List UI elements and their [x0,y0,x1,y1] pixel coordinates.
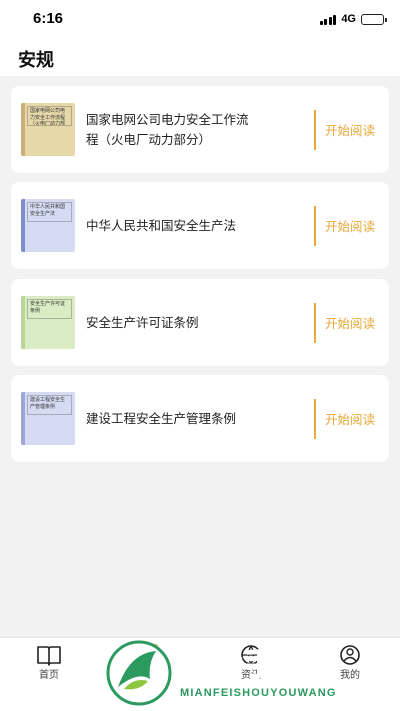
divider [314,303,316,343]
book-cover-text: 国家电网公司电力安全工作流程（火电厂动力部分） [27,106,72,126]
divider [314,206,316,246]
book-title: 中华人民共和国安全生产法 [86,217,237,233]
book-title: 安全生产许可证条例 [86,314,199,330]
start-reading-button[interactable]: 开始阅读 [325,182,385,269]
book-cover-image: 建设工程安全生产管理条例 [21,392,75,445]
status-indicators: 4G [319,12,387,26]
watermark-title: 免费手游网 [179,646,340,684]
start-reading-button[interactable]: 开始阅读 [325,375,385,462]
watermark: 免费手游网 MIANFEISHOUYOUWANG [104,639,394,707]
start-reading-button[interactable]: 开始阅读 [325,86,385,173]
tab-label: 首页 [39,670,59,681]
book-cover-text: 建设工程安全生产管理条例 [27,395,72,415]
page-title: 安规 [18,50,54,71]
tab-home[interactable]: 首页 [19,644,79,684]
signal-icon [319,14,337,25]
book-cover-text: 中华人民共和国安全生产法 [27,202,72,222]
book-cover-image: 国家电网公司电力安全工作流程（火电厂动力部分） [21,103,75,156]
book-cover-image: 安全生产许可证条例 [21,296,75,349]
book-cover-image: 中华人民共和国安全生产法 [21,199,75,252]
divider [314,399,316,439]
book-card[interactable]: 国家电网公司电力安全工作流程（火电厂动力部分） 国家电网公司电力安全工作流程（火… [11,86,389,173]
header: 安规 [0,38,400,76]
book-open-icon [37,646,61,666]
start-reading-button[interactable]: 开始阅读 [325,279,385,366]
status-bar: 6:16 4G [0,0,400,38]
battery-icon [361,13,387,25]
book-card[interactable]: 中华人民共和国安全生产法 中华人民共和国安全生产法 开始阅读 [11,182,389,269]
book-card[interactable]: 安全生产许可证条例 安全生产许可证条例 开始阅读 [11,279,389,366]
book-card[interactable]: 建设工程安全生产管理条例 建设工程安全生产管理条例 开始阅读 [11,375,389,462]
network-label: 4G [341,13,356,25]
watermark-logo-icon [106,640,172,706]
book-cover-text: 安全生产许可证条例 [27,299,72,319]
book-title: 国家电网公司电力安全工作流程（火电厂动力部分） [86,111,249,147]
watermark-subtitle: MIANFEISHOUYOUWANG [180,687,337,699]
status-time: 6:16 [33,10,64,27]
book-title: 建设工程安全生产管理条例 [86,410,237,426]
divider [314,110,316,150]
